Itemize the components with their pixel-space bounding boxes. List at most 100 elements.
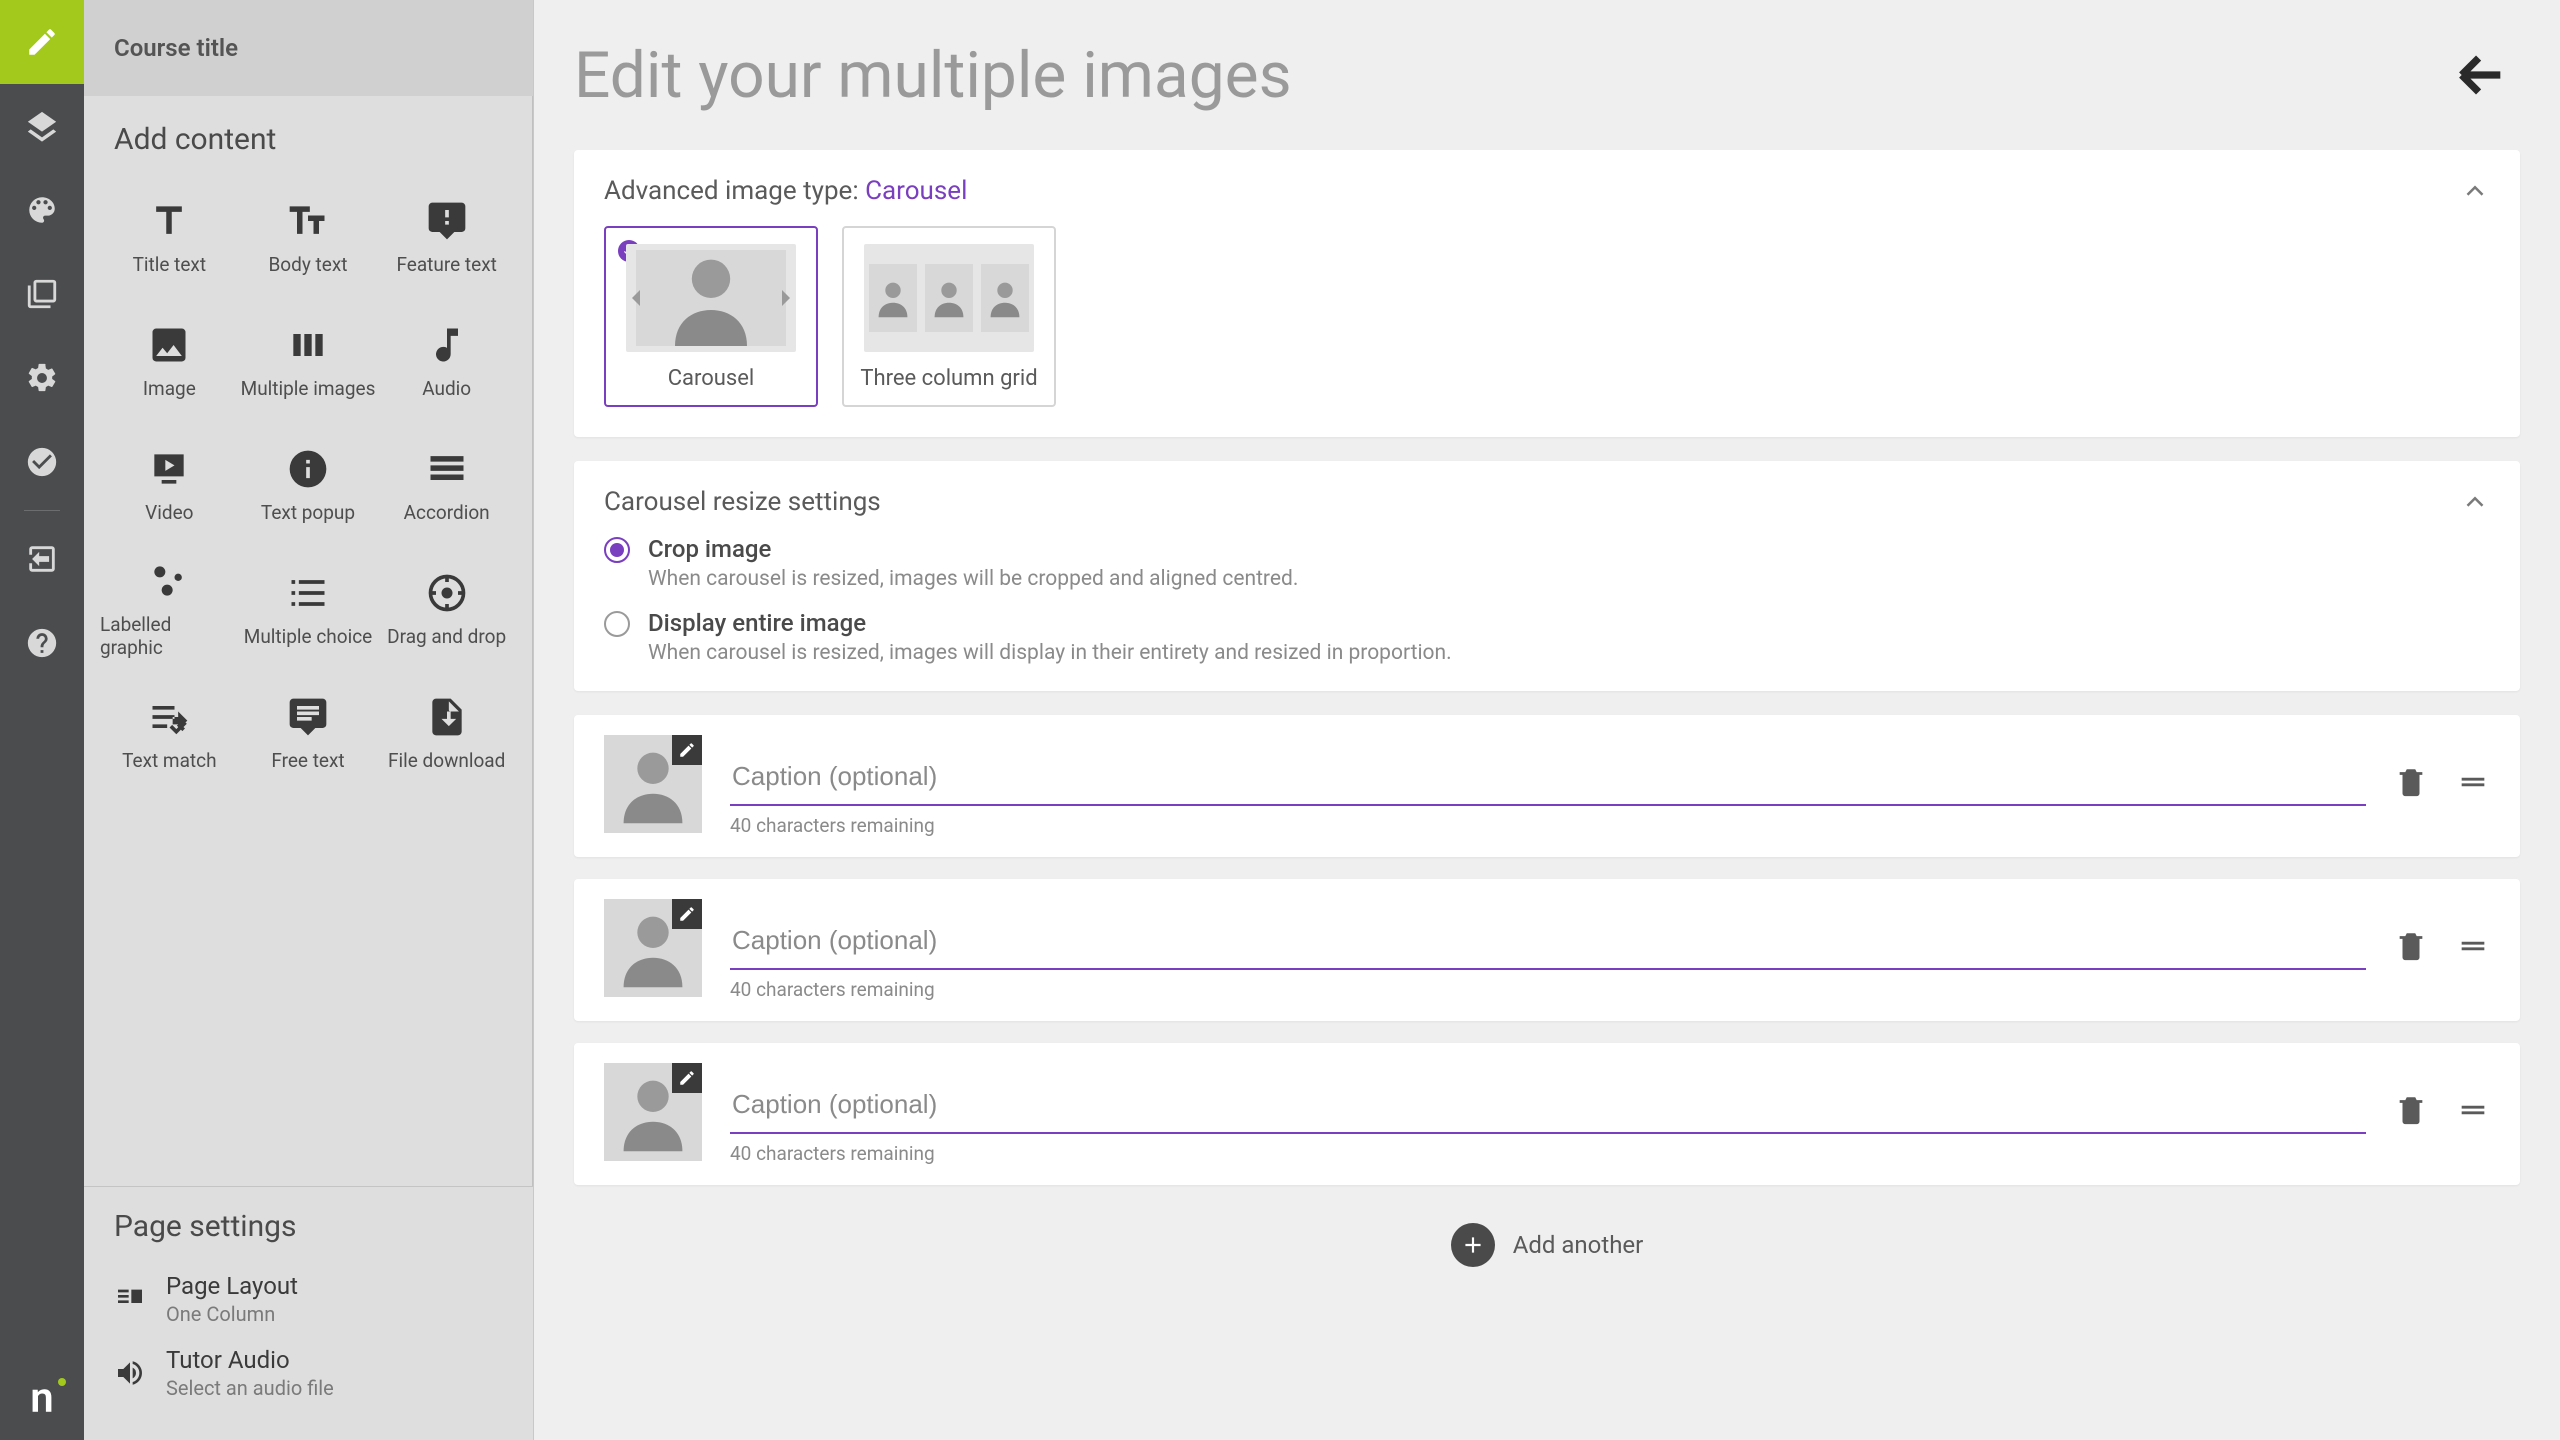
rail-check[interactable] bbox=[0, 420, 84, 504]
course-title[interactable]: Course title bbox=[84, 0, 533, 96]
content-label: Text match bbox=[122, 749, 216, 772]
collapse-button[interactable] bbox=[2460, 487, 2490, 517]
content-accordion[interactable]: Accordion bbox=[377, 423, 516, 547]
content-text-popup[interactable]: Text popup bbox=[239, 423, 378, 547]
edit-image-button[interactable] bbox=[672, 899, 702, 929]
chevron-up-icon bbox=[2460, 176, 2490, 206]
radio-crop-label: Crop image bbox=[648, 535, 1298, 563]
caption-input[interactable] bbox=[730, 913, 2366, 970]
exit-icon bbox=[25, 542, 59, 576]
radio-display-entire[interactable] bbox=[604, 611, 630, 637]
pencil-icon bbox=[678, 1069, 696, 1087]
tutor-audio-row[interactable]: Tutor Audio Select an audio file bbox=[114, 1336, 503, 1410]
edit-image-button[interactable] bbox=[672, 1063, 702, 1093]
image-thumbnail[interactable] bbox=[604, 1063, 702, 1161]
content-multiple-choice[interactable]: 1Multiple choice bbox=[239, 547, 378, 671]
drag-drop-icon bbox=[425, 571, 469, 615]
rail-layers[interactable] bbox=[0, 84, 84, 168]
content-video[interactable]: Video bbox=[100, 423, 239, 547]
image-row: 40 characters remaining bbox=[574, 879, 2520, 1021]
content-feature-text[interactable]: Feature text bbox=[377, 175, 516, 299]
drag-handle[interactable] bbox=[2456, 1093, 2490, 1127]
advanced-type-card: Advanced image type: Carousel Carousel bbox=[574, 150, 2520, 437]
add-content-heading: Add content bbox=[84, 96, 532, 175]
content-title-text[interactable]: Title text bbox=[100, 175, 239, 299]
page-layout-sub: One Column bbox=[166, 1302, 298, 1326]
image-icon bbox=[147, 323, 191, 367]
file-download-icon bbox=[425, 695, 469, 739]
layout-icon bbox=[114, 1283, 146, 1315]
body-text-icon bbox=[286, 199, 330, 243]
drag-handle-icon bbox=[2456, 929, 2490, 963]
delete-button[interactable] bbox=[2394, 1093, 2428, 1127]
resize-settings-heading: Carousel resize settings bbox=[604, 487, 881, 517]
video-icon bbox=[147, 447, 191, 491]
content-drag-drop[interactable]: Drag and drop bbox=[377, 547, 516, 671]
brand-logo[interactable]: n bbox=[0, 1356, 84, 1440]
person-silhouette-icon bbox=[981, 264, 1029, 332]
content-multiple-images[interactable]: Multiple images bbox=[239, 299, 378, 423]
caption-input[interactable] bbox=[730, 1077, 2366, 1134]
delete-button[interactable] bbox=[2394, 765, 2428, 799]
content-image[interactable]: Image bbox=[100, 299, 239, 423]
content-label: Feature text bbox=[396, 253, 496, 276]
content-body-text[interactable]: Body text bbox=[239, 175, 378, 299]
caption-input[interactable] bbox=[730, 749, 2366, 806]
drag-handle[interactable] bbox=[2456, 929, 2490, 963]
page-settings: Page settings Page Layout One Column Tut… bbox=[84, 1186, 533, 1440]
content-labelled-graphic[interactable]: Labelled graphic bbox=[100, 547, 239, 671]
accordion-icon bbox=[425, 447, 469, 491]
rail-palette[interactable] bbox=[0, 168, 84, 252]
drag-handle-icon bbox=[2456, 1093, 2490, 1127]
content-label: File download bbox=[388, 749, 505, 772]
edit-image-button[interactable] bbox=[672, 735, 702, 765]
content-free-text[interactable]: Free text bbox=[239, 671, 378, 795]
radio-entire-desc: When carousel is resized, images will di… bbox=[648, 641, 1452, 665]
radio-crop-desc: When carousel is resized, images will be… bbox=[648, 567, 1298, 591]
rail-settings[interactable] bbox=[0, 336, 84, 420]
content-label: Body text bbox=[268, 253, 347, 276]
page-layout-label: Page Layout bbox=[166, 1272, 298, 1300]
image-thumbnail[interactable] bbox=[604, 735, 702, 833]
content-text-match[interactable]: Text match bbox=[100, 671, 239, 795]
page-layout-row[interactable]: Page Layout One Column bbox=[114, 1262, 503, 1336]
rail-edit[interactable] bbox=[0, 0, 84, 84]
content-audio[interactable]: Audio bbox=[377, 299, 516, 423]
multiple-images-icon bbox=[286, 323, 330, 367]
type-three-column-grid[interactable]: Three column grid bbox=[842, 226, 1056, 407]
text-match-icon bbox=[147, 695, 191, 739]
collapse-button[interactable] bbox=[2460, 176, 2490, 206]
image-thumbnail[interactable] bbox=[604, 899, 702, 997]
radio-crop-image[interactable] bbox=[604, 537, 630, 563]
volume-icon bbox=[114, 1357, 146, 1389]
rail-help[interactable] bbox=[0, 601, 84, 685]
tutor-audio-label: Tutor Audio bbox=[166, 1346, 334, 1374]
type-carousel[interactable]: Carousel bbox=[604, 226, 818, 407]
resize-settings-card: Carousel resize settings Crop image When… bbox=[574, 461, 2520, 691]
rail-exit[interactable] bbox=[0, 517, 84, 601]
drag-handle[interactable] bbox=[2456, 765, 2490, 799]
feature-text-icon bbox=[425, 199, 469, 243]
drag-handle-icon bbox=[2456, 765, 2490, 799]
image-row: 40 characters remaining bbox=[574, 715, 2520, 857]
delete-button[interactable] bbox=[2394, 929, 2428, 963]
char-remaining: 40 characters remaining bbox=[730, 1142, 2366, 1165]
title-text-icon bbox=[147, 199, 191, 243]
library-icon bbox=[25, 277, 59, 311]
content-label: Free text bbox=[271, 749, 344, 772]
char-remaining: 40 characters remaining bbox=[730, 814, 2366, 837]
carousel-prev-icon bbox=[632, 290, 640, 306]
back-button[interactable] bbox=[2452, 46, 2510, 104]
person-silhouette-icon bbox=[869, 264, 917, 332]
person-silhouette-icon bbox=[925, 264, 973, 332]
content-label: Text popup bbox=[261, 501, 355, 524]
content-label: Video bbox=[145, 501, 193, 524]
rail-separator bbox=[24, 510, 60, 511]
rail-library[interactable] bbox=[0, 252, 84, 336]
content-file-download[interactable]: File download bbox=[377, 671, 516, 795]
plus-icon bbox=[1460, 1232, 1486, 1258]
layers-icon bbox=[25, 109, 59, 143]
type-carousel-label: Carousel bbox=[668, 366, 755, 391]
add-another-button[interactable]: Add another bbox=[574, 1207, 2520, 1275]
page-settings-heading: Page settings bbox=[114, 1209, 503, 1244]
